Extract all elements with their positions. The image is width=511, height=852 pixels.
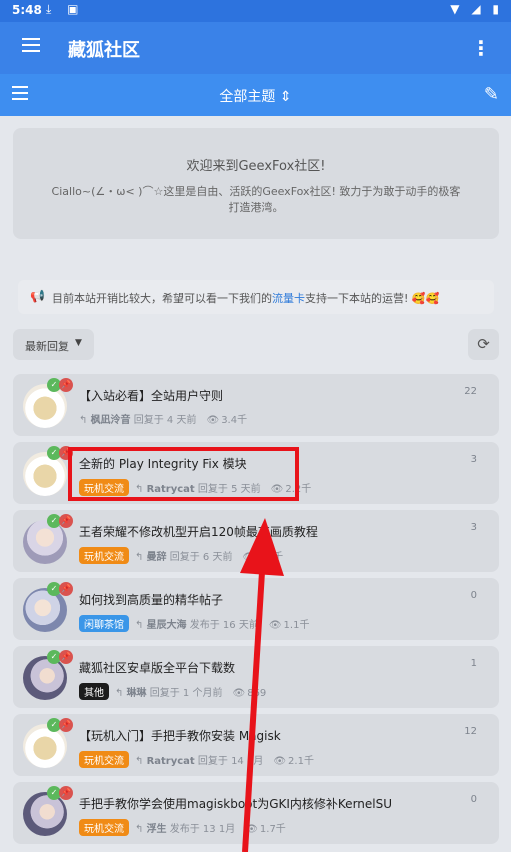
annotation-arrow-head <box>240 518 284 576</box>
annotation-arrow-shaft <box>242 571 265 852</box>
annotation-arrow <box>240 518 284 852</box>
